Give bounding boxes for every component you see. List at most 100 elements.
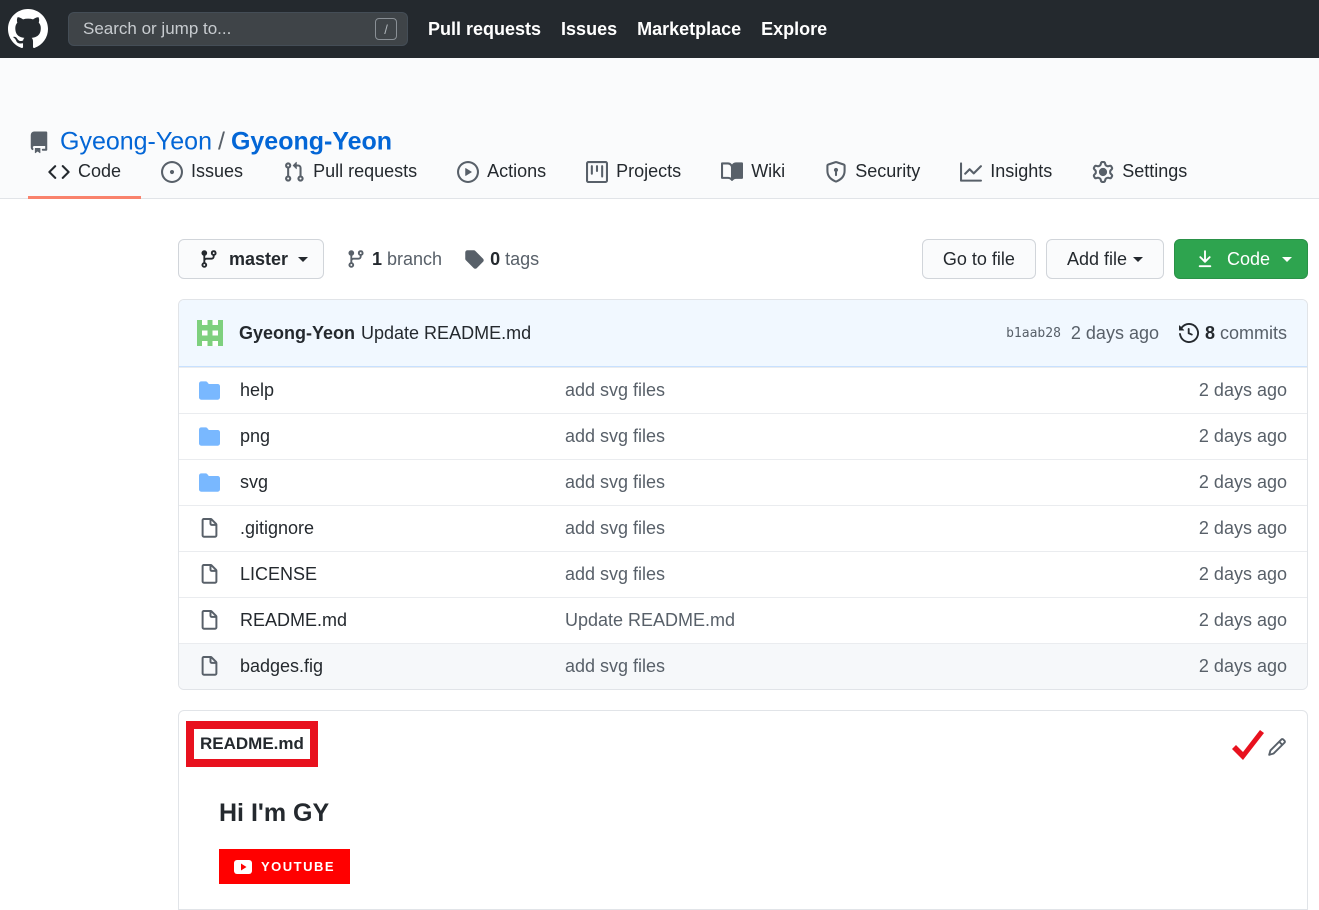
file-commit-message[interactable]: add svg files <box>565 518 1199 539</box>
history-icon <box>1178 323 1199 343</box>
file-age: 2 days ago <box>1198 518 1287 538</box>
tag-count-link[interactable]: 0 tags <box>464 249 539 270</box>
folder-icon <box>199 427 220 446</box>
branch-icon <box>201 250 217 268</box>
tab-label: Issues <box>191 161 244 181</box>
file-row-license[interactable]: LICENSE add svg files 2 days ago <box>179 551 1307 597</box>
tab-actions[interactable]: Actions <box>437 147 566 199</box>
search-placeholder: Search or jump to... <box>83 19 232 38</box>
pull-request-icon <box>285 161 304 182</box>
code-button-label: Code <box>1227 248 1271 269</box>
shield-icon <box>826 160 846 183</box>
file-row-gitignore[interactable]: .gitignore add svg files 2 days ago <box>179 505 1307 551</box>
add-file-label: Add file <box>1066 248 1127 269</box>
commit-author-link[interactable]: Gyeong-Yeon <box>239 323 355 344</box>
file-commit-message[interactable]: add svg files <box>565 656 1199 677</box>
tag-label: tags <box>505 248 540 269</box>
latest-commit-bar: Gyeong-Yeon Update README.md b1aab28 2 d… <box>179 300 1307 367</box>
file-commit-message[interactable]: add svg files <box>565 472 1199 493</box>
file-name-link[interactable]: README.md <box>240 610 565 631</box>
commit-count-label[interactable]: commits <box>1220 323 1287 344</box>
branch-select-button[interactable]: master <box>178 239 324 279</box>
tab-security[interactable]: Security <box>805 147 940 199</box>
file-name-link[interactable]: help <box>240 380 565 401</box>
branch-count-link[interactable]: 1 branch <box>346 249 442 270</box>
folder-icon <box>199 473 220 492</box>
file-row-help[interactable]: help add svg files 2 days ago <box>179 367 1307 413</box>
youtube-badge[interactable]: YOUTUBE <box>219 849 350 884</box>
chevron-down-icon <box>1133 256 1143 262</box>
graph-icon <box>960 161 983 182</box>
avatar[interactable] <box>197 320 223 346</box>
commit-time: 2 days ago <box>1070 322 1159 343</box>
nav-marketplace[interactable]: Marketplace <box>637 19 741 40</box>
tab-label: Security <box>855 161 921 181</box>
file-icon <box>201 656 218 676</box>
file-name-link[interactable]: .gitignore <box>240 518 565 539</box>
nav-explore[interactable]: Explore <box>761 19 827 40</box>
pencil-icon[interactable] <box>1267 737 1287 757</box>
checkmark-icon <box>1232 730 1264 760</box>
file-age: 2 days ago <box>1198 564 1287 584</box>
github-logo-icon[interactable] <box>8 9 48 49</box>
search-shortcut-badge: / <box>375 18 397 40</box>
tag-icon <box>465 250 484 269</box>
gear-icon <box>1093 160 1114 183</box>
file-age: 2 days ago <box>1198 610 1287 630</box>
code-icon <box>48 164 70 179</box>
repo-tabs: Code Issues Pull requests Actions Projec… <box>28 147 1207 199</box>
file-row-png[interactable]: png add svg files 2 days ago <box>179 413 1307 459</box>
file-row-readme[interactable]: README.md Update README.md 2 days ago <box>179 597 1307 643</box>
issue-icon <box>161 160 184 183</box>
file-age: 2 days ago <box>1198 380 1287 400</box>
play-icon <box>457 160 480 183</box>
file-name-link[interactable]: png <box>240 426 565 447</box>
file-age: 2 days ago <box>1198 656 1287 676</box>
branch-count: 1 <box>372 248 383 269</box>
code-download-button[interactable]: Code <box>1174 239 1308 279</box>
commit-message-link[interactable]: Update README.md <box>361 323 531 344</box>
branch-icon <box>348 250 364 268</box>
file-commit-message[interactable]: add svg files <box>565 380 1199 401</box>
search-input[interactable]: Search or jump to... / <box>68 12 408 46</box>
file-age: 2 days ago <box>1198 472 1287 492</box>
file-row-badges-fig[interactable]: badges.fig add svg files 2 days ago <box>179 643 1307 689</box>
file-row-svg[interactable]: svg add svg files 2 days ago <box>179 459 1307 505</box>
commit-sha-link[interactable]: b1aab28 <box>1006 326 1061 341</box>
youtube-icon <box>233 859 252 874</box>
file-name-link[interactable]: badges.fig <box>240 656 565 677</box>
tab-label: Pull requests <box>313 161 418 181</box>
folder-icon <box>199 381 220 400</box>
go-to-file-button[interactable]: Go to file <box>921 239 1036 279</box>
tab-insights[interactable]: Insights <box>940 147 1072 199</box>
project-icon <box>586 160 609 183</box>
chevron-down-icon <box>298 256 309 262</box>
commit-count[interactable]: 8 <box>1205 323 1215 344</box>
nav-pull-requests[interactable]: Pull requests <box>428 19 541 40</box>
tab-settings[interactable]: Settings <box>1072 147 1207 199</box>
file-commit-message[interactable]: add svg files <box>565 564 1199 585</box>
file-icon <box>201 610 218 630</box>
readme-title[interactable]: README.md <box>186 721 318 767</box>
chevron-down-icon <box>1282 256 1293 262</box>
tab-wiki[interactable]: Wiki <box>701 147 805 199</box>
file-name-link[interactable]: LICENSE <box>240 564 565 585</box>
file-commit-message[interactable]: add svg files <box>565 426 1199 447</box>
tab-issues[interactable]: Issues <box>141 147 263 199</box>
file-name-link[interactable]: svg <box>240 472 565 493</box>
readme-box: README.md Hi I'm GY YOUTUBE <box>178 710 1308 910</box>
tab-projects[interactable]: Projects <box>566 147 701 199</box>
tab-label: Settings <box>1122 161 1188 181</box>
file-age: 2 days ago <box>1198 426 1287 446</box>
file-navigation: master 1 branch 0 tags Go to file Add fi… <box>178 239 1308 279</box>
add-file-button[interactable]: Add file <box>1045 239 1164 279</box>
nav-issues[interactable]: Issues <box>561 19 617 40</box>
file-commit-message[interactable]: Update README.md <box>565 610 1199 631</box>
tab-code[interactable]: Code <box>28 147 142 199</box>
tab-label: Code <box>78 161 122 181</box>
tag-count: 0 <box>490 248 501 269</box>
book-icon <box>721 161 744 181</box>
branch-label: branch <box>387 248 443 269</box>
tab-pull-requests[interactable]: Pull requests <box>263 147 437 199</box>
global-nav: Pull requests Issues Marketplace Explore <box>428 19 847 40</box>
